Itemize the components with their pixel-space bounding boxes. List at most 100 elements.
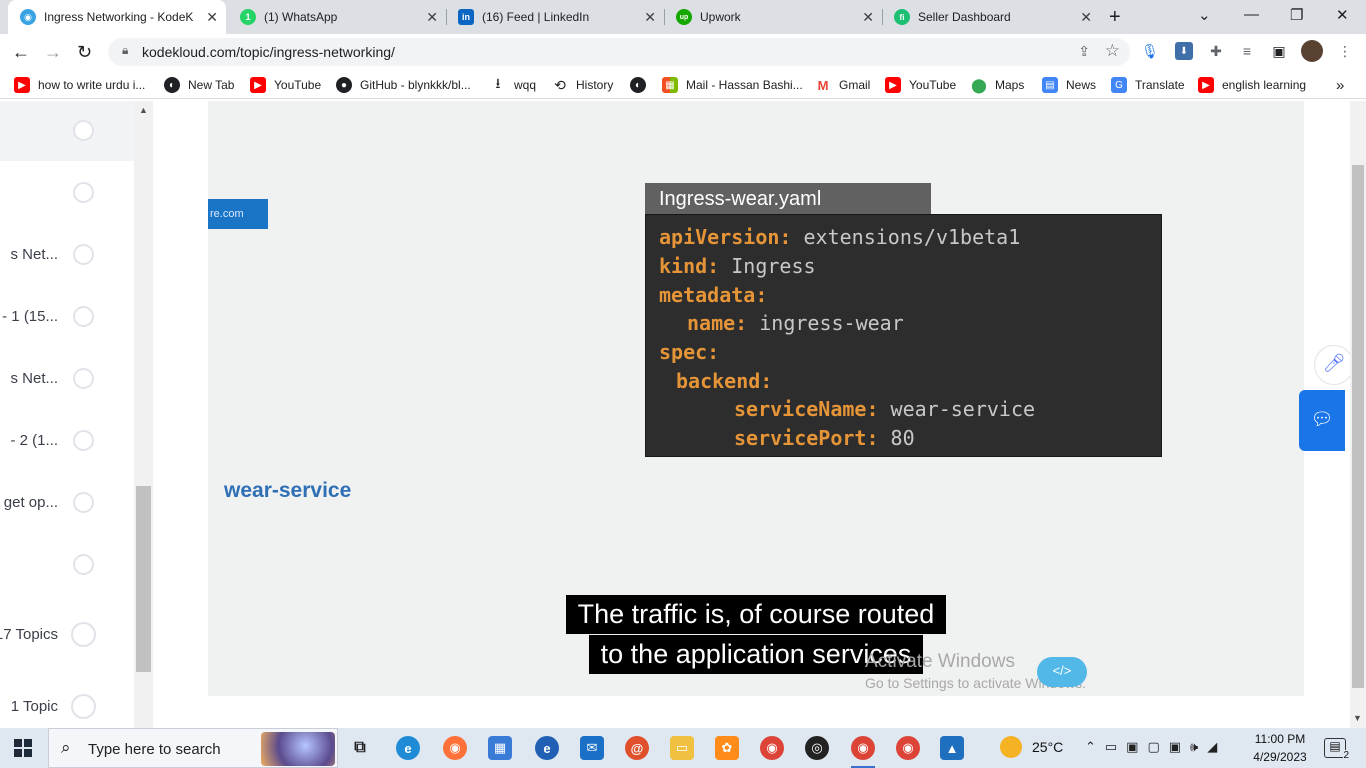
taskbar-search-input[interactable]: ⌕ Type here to search: [48, 728, 338, 768]
edge-dev-icon[interactable]: e: [535, 736, 559, 760]
back-arrow-icon[interactable]: ←: [12, 42, 30, 63]
sidebar-item[interactable]: s Net...: [0, 359, 134, 399]
bookmark-item[interactable]: ▶ english learning: [1198, 77, 1306, 93]
side-panel-icon[interactable]: ▣: [1270, 42, 1288, 60]
scroll-down-arrow-icon[interactable]: ▼: [1353, 713, 1362, 723]
new-tab-button[interactable]: +: [1109, 6, 1121, 29]
tab-linkedin[interactable]: in (16) Feed | LinkedIn ✕: [446, 0, 664, 34]
history-icon: ⟲: [554, 76, 566, 93]
chrome-icon[interactable]: ◉: [760, 736, 784, 760]
bookmark-item[interactable]: ▤ News: [1042, 77, 1096, 93]
photos-icon[interactable]: ▲: [940, 736, 964, 760]
bookmark-label: Mail - Hassan Bashi...: [686, 78, 803, 92]
progress-circle-icon: [73, 182, 94, 203]
microphone-icon[interactable]: 🎤︎: [1314, 345, 1354, 385]
bookmark-item[interactable]: ▶ YouTube: [885, 77, 956, 93]
forward-arrow-icon[interactable]: →: [44, 42, 62, 63]
whatsapp-icon: 1: [240, 9, 256, 25]
scroll-up-arrow-icon[interactable]: ▲: [139, 105, 148, 115]
sidebar-item[interactable]: 1 Topic: [0, 687, 134, 727]
menu-kebab-icon[interactable]: ⋮: [1336, 42, 1354, 60]
bookmark-item[interactable]: M Gmail: [815, 77, 871, 93]
browser-tab-strip: ◉ Ingress Networking - KodeKl ✕ 1 (1) Wh…: [0, 0, 1366, 34]
bookmark-star-icon[interactable]: ☆: [1105, 41, 1120, 61]
bookmark-item[interactable]: ▶ YouTube: [250, 77, 321, 93]
close-icon[interactable]: ✕: [206, 9, 218, 26]
sidebar-item[interactable]: - 2 (1...: [0, 421, 134, 461]
download-extension-icon[interactable]: ⬇: [1175, 42, 1193, 60]
bookmark-item[interactable]: ◐ New Tab: [164, 77, 234, 93]
reload-icon[interactable]: ↻: [77, 42, 92, 63]
chrome-profile-icon[interactable]: ◉: [851, 736, 875, 760]
windows-start-icon[interactable]: [14, 739, 32, 757]
url-text[interactable]: kodekloud.com/topic/ingress-networking/: [142, 44, 395, 60]
media-queue-icon[interactable]: ≡: [1238, 42, 1256, 60]
firefox-icon[interactable]: ◉: [443, 736, 467, 760]
tab-kodekloud[interactable]: ◉ Ingress Networking - KodeKl ✕: [8, 0, 226, 34]
chrome-profile2-icon[interactable]: ◉: [896, 736, 920, 760]
store-icon[interactable]: ▦: [488, 736, 512, 760]
bookmark-item[interactable]: ⟲ History: [552, 77, 613, 93]
lock-icon[interactable]: 🔒︎: [122, 43, 128, 58]
tab-title: Upwork: [700, 10, 741, 24]
taskbar-clock[interactable]: 11:00 PM 4/29/2023: [1250, 732, 1310, 764]
extensions-puzzle-icon[interactable]: ✚: [1207, 42, 1225, 60]
restore-icon[interactable]: ❐: [1290, 6, 1303, 24]
sidebar-item-label: 1 Topic: [10, 698, 58, 715]
video-player[interactable]: re.com wear-service Ingress-wear.yaml ap…: [208, 101, 1304, 696]
bookmark-item[interactable]: G Translate: [1111, 77, 1185, 93]
tab-upwork[interactable]: up Upwork ✕: [664, 0, 882, 34]
sidebar-item[interactable]: s Net...: [0, 235, 134, 275]
weather-widget[interactable]: 25°C: [1000, 736, 1063, 758]
notification-center-icon[interactable]: ▤ 2: [1324, 738, 1349, 761]
bookmark-item[interactable]: ◐: [630, 77, 654, 93]
close-icon[interactable]: ✕: [1080, 9, 1092, 26]
voice-extension-icon[interactable]: 🎙︎: [1141, 42, 1159, 60]
sidebar-scrollbar[interactable]: ▲: [134, 101, 153, 728]
bookmark-item[interactable]: ▶ how to write urdu i...: [14, 77, 145, 93]
sidebar-item[interactable]: - 1 (15...: [0, 297, 134, 337]
bookmark-label: Maps: [995, 78, 1025, 92]
more-bookmarks-button[interactable]: »: [1336, 77, 1344, 94]
file-explorer-icon[interactable]: ▭: [670, 736, 694, 760]
bookmark-item[interactable]: ▦ Mail - Hassan Bashi...: [662, 77, 803, 93]
bookmark-label: Translate: [1135, 78, 1185, 92]
address-bar[interactable]: 🔒︎ kodekloud.com/topic/ingress-networkin…: [108, 38, 1130, 66]
tab-whatsapp[interactable]: 1 (1) WhatsApp ✕: [228, 0, 446, 34]
sidebar-item[interactable]: 17 Topics: [0, 615, 134, 655]
close-icon[interactable]: ✕: [862, 9, 874, 26]
youtube-icon: ▶: [250, 77, 266, 93]
sidebar-item[interactable]: get op...: [0, 483, 134, 523]
sidebar-item[interactable]: [0, 111, 134, 151]
settings-app-icon[interactable]: ✿: [715, 736, 739, 760]
close-icon[interactable]: ✕: [644, 9, 656, 26]
scrollbar-thumb[interactable]: [136, 486, 151, 672]
bookmark-label: History: [576, 78, 614, 92]
search-icon: ⌕: [61, 738, 71, 757]
page-scrollbar[interactable]: ▼: [1350, 101, 1366, 728]
sidebar-item[interactable]: [0, 545, 134, 585]
edge-icon[interactable]: e: [396, 736, 420, 760]
scrollbar-thumb[interactable]: [1352, 165, 1364, 688]
tab-seller-dashboard[interactable]: fi Seller Dashboard ✕: [882, 0, 1100, 34]
minimize-icon[interactable]: —: [1244, 6, 1259, 23]
sidebar-item-label: s Net...: [10, 370, 58, 387]
chat-bubble-icon[interactable]: 💬︎: [1299, 390, 1345, 451]
snail-icon[interactable]: @: [625, 736, 649, 760]
fiverr-icon: fi: [894, 9, 910, 25]
avatar[interactable]: [1301, 40, 1323, 62]
system-tray[interactable]: ⌃▭▣▢▣🕪︎◢: [1085, 739, 1226, 755]
window-close-icon[interactable]: ✕: [1336, 6, 1349, 24]
obs-icon[interactable]: ◎: [805, 736, 829, 760]
tab-search-chevron-icon[interactable]: ⌄: [1198, 6, 1211, 24]
bookmark-item[interactable]: ⬤ Maps: [971, 77, 1024, 93]
sidebar-item[interactable]: [0, 173, 134, 213]
mail-icon[interactable]: ✉: [580, 736, 604, 760]
share-icon[interactable]: ⇪: [1078, 43, 1090, 60]
bookmark-item[interactable]: ● GitHub - blynkkk/bl...: [336, 77, 471, 93]
task-view-icon[interactable]: ⧉: [348, 736, 372, 760]
kodekloud-icon: ◉: [20, 9, 36, 25]
code-cloud-icon[interactable]: </>: [1037, 657, 1087, 687]
close-icon[interactable]: ✕: [426, 9, 438, 26]
bookmark-item[interactable]: ⭳ wqq: [490, 75, 536, 93]
